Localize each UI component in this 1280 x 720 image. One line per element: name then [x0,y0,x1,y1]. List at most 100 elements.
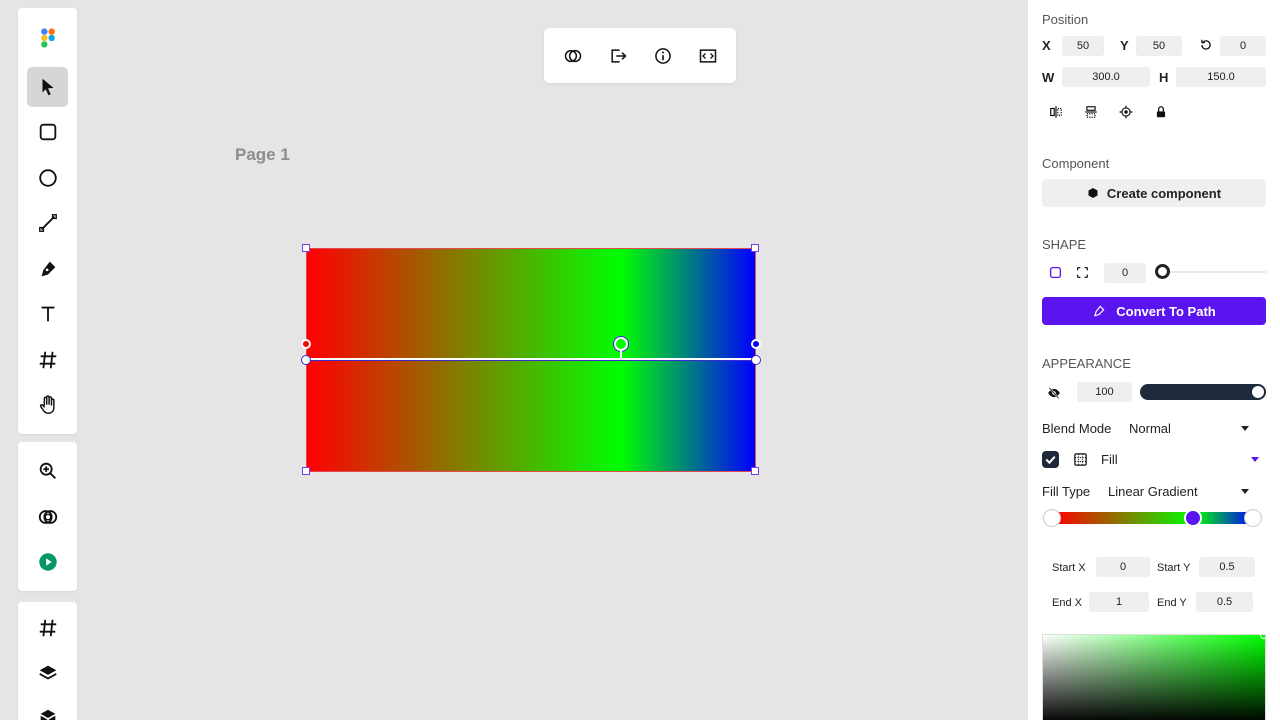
hash-icon [39,619,56,637]
tools-panel [18,8,77,434]
fill-type-select[interactable]: Linear Gradient [1108,484,1198,499]
move-tool-button[interactable] [27,67,68,107]
opacity-slider-thumb[interactable] [1252,386,1264,398]
gradient-bar-start-stop[interactable] [1043,509,1061,527]
uniform-radius-icon[interactable] [1049,266,1062,279]
create-component-label: Create component [1106,185,1222,201]
opacity-slider[interactable] [1140,384,1266,400]
boolean-icon [564,49,581,62]
convert-to-path-label: Convert To Path [1116,303,1216,319]
export-button[interactable] [602,40,634,72]
independent-radius-icon[interactable] [1076,266,1089,279]
app-logo-icon [27,18,68,58]
gradient-bar-end-stop[interactable] [1244,509,1262,527]
rectangle-icon [39,123,56,141]
resize-handle-bottom-left[interactable] [302,467,310,475]
resize-handle-bottom-right[interactable] [751,467,759,475]
secondary-tools-panel [18,442,77,591]
chevron-down-icon[interactable] [1241,426,1249,431]
width-input[interactable]: 300.0 [1062,67,1150,87]
end-x-label: End X [1052,597,1082,609]
center-icon[interactable] [1119,105,1133,119]
check-icon [1045,456,1056,465]
blend-mode-select[interactable]: Normal [1129,421,1171,436]
info-icon [654,47,671,64]
gradient-stop-red[interactable] [301,339,311,349]
start-y-input[interactable]: 0.5 [1199,557,1255,577]
frames-list-button[interactable] [27,608,68,648]
code-button[interactable] [692,40,724,72]
text-icon [41,306,54,322]
color-picker-cursor[interactable] [1260,631,1268,639]
play-icon [38,553,57,571]
opacity-input[interactable]: 100 [1077,382,1132,402]
radius-input[interactable]: 0 [1104,263,1146,283]
boolean-icon [38,510,57,524]
fill-expand-chevron-icon[interactable] [1251,457,1259,462]
chevron-down-icon[interactable] [1241,489,1249,494]
radius-slider-track[interactable] [1162,271,1266,273]
end-y-label: End Y [1157,597,1187,609]
gradient-stops-bar[interactable] [1054,512,1254,524]
play-tool-button[interactable] [27,542,68,582]
boolean-button[interactable] [557,40,589,72]
layers-button[interactable] [27,653,68,693]
appearance-title: APPEARANCE [1042,356,1131,371]
ellipse-tool-button[interactable] [27,158,68,198]
boolean-tool-button[interactable] [27,497,68,537]
y-input[interactable]: 50 [1136,36,1182,56]
hand-icon [39,395,55,414]
end-y-input[interactable]: 0.5 [1196,592,1253,612]
hand-tool-button[interactable] [27,385,68,425]
frame-tool-button[interactable] [27,340,68,380]
hash-icon [39,351,56,369]
text-tool-button[interactable] [27,294,68,334]
radius-slider-thumb[interactable] [1155,264,1170,279]
line-tool-button[interactable] [27,203,68,243]
zoom-in-icon [39,462,56,479]
tertiary-tools-panel [18,602,77,720]
height-input[interactable]: 150.0 [1176,67,1266,87]
layers-icon [38,665,57,680]
components-button[interactable] [27,698,68,720]
color-picker-area[interactable] [1042,634,1266,720]
pen-icon [1094,305,1105,317]
resize-handle-top-left[interactable] [302,244,310,252]
ellipse-icon [38,169,57,187]
component-icon [1088,188,1098,198]
start-y-label: Start Y [1157,562,1191,574]
h-label: H [1159,70,1169,85]
x-label: X [1042,38,1051,53]
gradient-end-handle[interactable] [751,355,761,365]
flip-vertical-icon[interactable] [1084,105,1098,119]
gradient-stop-blue[interactable] [751,339,761,349]
fill-pattern-icon [1074,453,1087,466]
box-icon [40,709,55,720]
resize-handle-top-right[interactable] [751,244,759,252]
gradient-stop-stem [620,351,622,359]
info-button[interactable] [647,40,679,72]
y-label: Y [1120,38,1129,53]
x-input[interactable]: 50 [1062,36,1104,56]
page-title: Page 1 [235,145,290,164]
code-icon [699,48,716,63]
gradient-stop-green[interactable] [614,337,628,351]
w-label: W [1042,70,1055,85]
start-x-input[interactable]: 0 [1096,557,1150,577]
lock-icon[interactable] [1154,105,1168,119]
fill-type-label: Fill Type [1042,484,1091,499]
convert-to-path-button[interactable]: Convert To Path [1042,297,1266,325]
rotation-input[interactable]: 0 [1220,36,1266,56]
create-component-button[interactable]: Create component [1042,179,1266,207]
zoom-tool-button[interactable] [27,451,68,491]
visibility-off-icon[interactable] [1047,386,1061,400]
flip-horizontal-icon[interactable] [1049,105,1063,119]
end-x-input[interactable]: 1 [1089,592,1149,612]
start-x-label: Start X [1052,562,1086,574]
fill-checkbox[interactable] [1042,451,1059,468]
rectangle-tool-button[interactable] [27,112,68,152]
pen-tool-button[interactable] [27,249,68,289]
rotation-icon [1201,39,1211,50]
gradient-bar-mid-stop[interactable] [1184,509,1202,527]
gradient-start-handle[interactable] [301,355,311,365]
